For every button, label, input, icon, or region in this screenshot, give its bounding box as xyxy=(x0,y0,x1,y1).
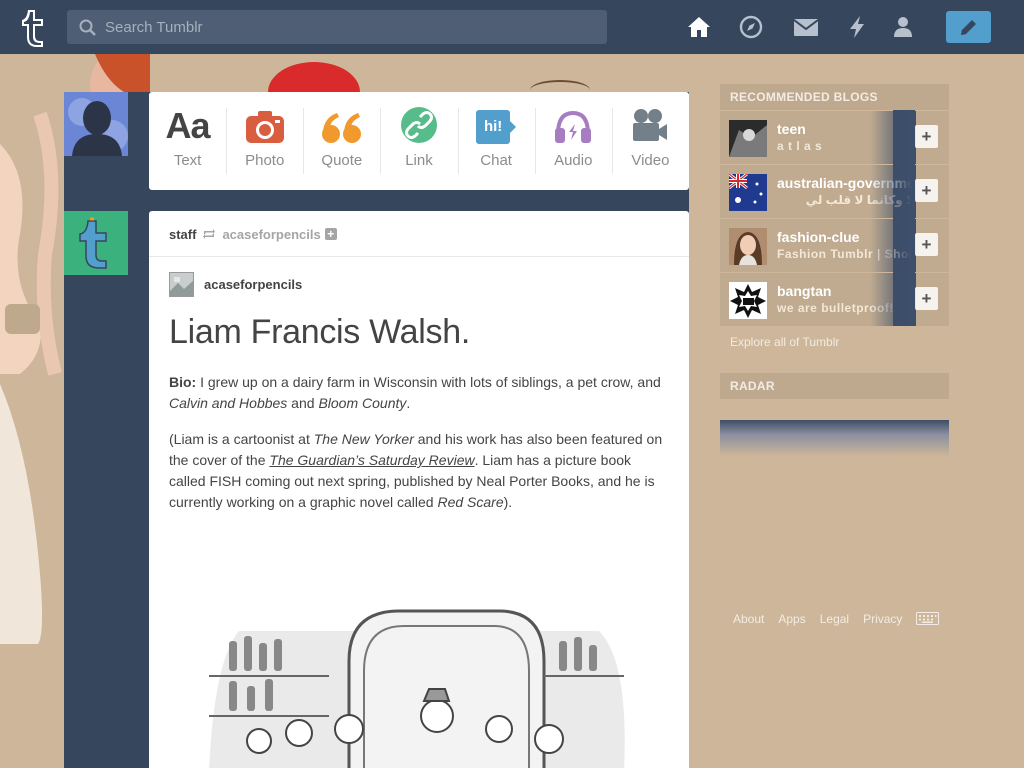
post-type-chooser: Aa Text Photo Quote Link hi! Chat Audio … xyxy=(149,92,689,190)
reblog-trail-header: acaseforpencils xyxy=(169,272,669,297)
staff-avatar[interactable] xyxy=(64,211,128,275)
cartoon-illustration xyxy=(209,609,625,768)
post-type-label: Video xyxy=(631,152,670,169)
footer-link-apps[interactable]: Apps xyxy=(778,612,805,626)
footer-links: About Apps Legal Privacy xyxy=(733,612,902,626)
post-body: acaseforpencils Liam Francis Walsh. Bio:… xyxy=(149,257,689,513)
poster-name[interactable]: staff xyxy=(169,227,196,242)
footer-link-legal[interactable]: Legal xyxy=(820,612,849,626)
post-type-label: Photo xyxy=(245,152,285,169)
post-header: staff acaseforpencils + xyxy=(149,211,689,257)
blog-avatar xyxy=(729,228,767,265)
quote-icon xyxy=(321,113,361,143)
top-navigation-bar xyxy=(0,0,1024,54)
dashboard-post: staff acaseforpencils + acaseforpencils … xyxy=(149,211,689,768)
reblogged-from-name[interactable]: acaseforpencils xyxy=(222,227,320,242)
post-type-label: Chat xyxy=(480,152,512,169)
recommended-blogs-title: RECOMMENDED BLOGS xyxy=(720,84,949,110)
search-icon xyxy=(79,19,96,36)
user-avatar[interactable] xyxy=(64,92,128,156)
chat-bubble-icon: hi! xyxy=(476,110,517,144)
video-camera-icon xyxy=(633,109,668,141)
blog-avatar xyxy=(729,174,767,211)
account-person-icon[interactable] xyxy=(891,15,915,39)
radar-image[interactable] xyxy=(720,420,949,456)
follow-blog-button[interactable]: + xyxy=(915,125,938,148)
post-text: Bio: I grew up on a dairy farm in Wiscon… xyxy=(169,372,669,513)
follow-blog-button[interactable]: + xyxy=(915,233,938,256)
tumblr-logo[interactable] xyxy=(14,6,54,48)
footer-link-about[interactable]: About xyxy=(733,612,764,626)
search-input[interactable] xyxy=(105,10,595,44)
keyboard-shortcuts-icon[interactable] xyxy=(916,612,939,625)
post-title: Liam Francis Walsh. xyxy=(169,313,470,351)
post-type-link[interactable]: Link xyxy=(380,92,457,190)
blog-avatar xyxy=(729,120,767,157)
follow-icon[interactable]: + xyxy=(324,228,337,240)
pencil-icon xyxy=(961,20,976,35)
post-type-video[interactable]: Video xyxy=(611,92,689,190)
headphones-icon xyxy=(555,110,592,143)
explore-compass-icon[interactable] xyxy=(739,15,763,39)
guardian-link[interactable]: The Guardian’s Saturday Review xyxy=(269,452,474,468)
details-paragraph: (Liam is a cartoonist at The New Yorker … xyxy=(169,431,663,510)
recommended-blog-item[interactable]: fashion-clue Fashion Tumblr | Shop + xyxy=(720,219,949,272)
explore-link[interactable]: Explore all of Tumblr xyxy=(730,335,839,349)
follow-blog-button[interactable]: + xyxy=(915,179,938,202)
footer-link-privacy[interactable]: Privacy xyxy=(863,612,902,626)
search-bar[interactable] xyxy=(67,10,607,44)
post-type-label: Quote xyxy=(321,152,363,169)
recommended-blog-item[interactable]: bangtan we are bulletproof! + xyxy=(720,273,949,326)
radar-title: RADAR xyxy=(720,373,949,399)
camera-icon xyxy=(245,111,284,143)
home-icon[interactable] xyxy=(687,15,711,39)
reblog-author-avatar[interactable] xyxy=(169,272,194,297)
reblog-icon xyxy=(203,229,216,239)
recommended-blog-item[interactable]: teen a t l a s + xyxy=(720,111,949,164)
recommended-blog-item[interactable]: australian-government لا وكانما لا قلب ل… xyxy=(720,165,949,218)
follow-blog-button[interactable]: + xyxy=(915,287,938,310)
text-post-icon: Aa xyxy=(165,105,211,146)
blog-avatar xyxy=(729,282,767,319)
reblog-author-name[interactable]: acaseforpencils xyxy=(204,277,302,292)
compose-button[interactable] xyxy=(946,11,991,43)
bio-paragraph: Bio: I grew up on a dairy farm in Wiscon… xyxy=(169,374,661,411)
post-type-audio[interactable]: Audio xyxy=(534,92,612,190)
post-type-photo[interactable]: Photo xyxy=(226,92,303,190)
post-type-chat[interactable]: hi! Chat xyxy=(457,92,535,190)
post-type-label: Audio xyxy=(554,152,593,169)
post-type-label: Text xyxy=(173,152,202,169)
post-type-label: Link xyxy=(405,152,433,169)
link-icon xyxy=(400,107,437,143)
messages-envelope-icon[interactable] xyxy=(793,15,819,39)
post-type-text[interactable]: Aa Text xyxy=(149,92,226,190)
post-type-quote[interactable]: Quote xyxy=(303,92,380,190)
activity-lightning-icon[interactable] xyxy=(845,15,869,39)
